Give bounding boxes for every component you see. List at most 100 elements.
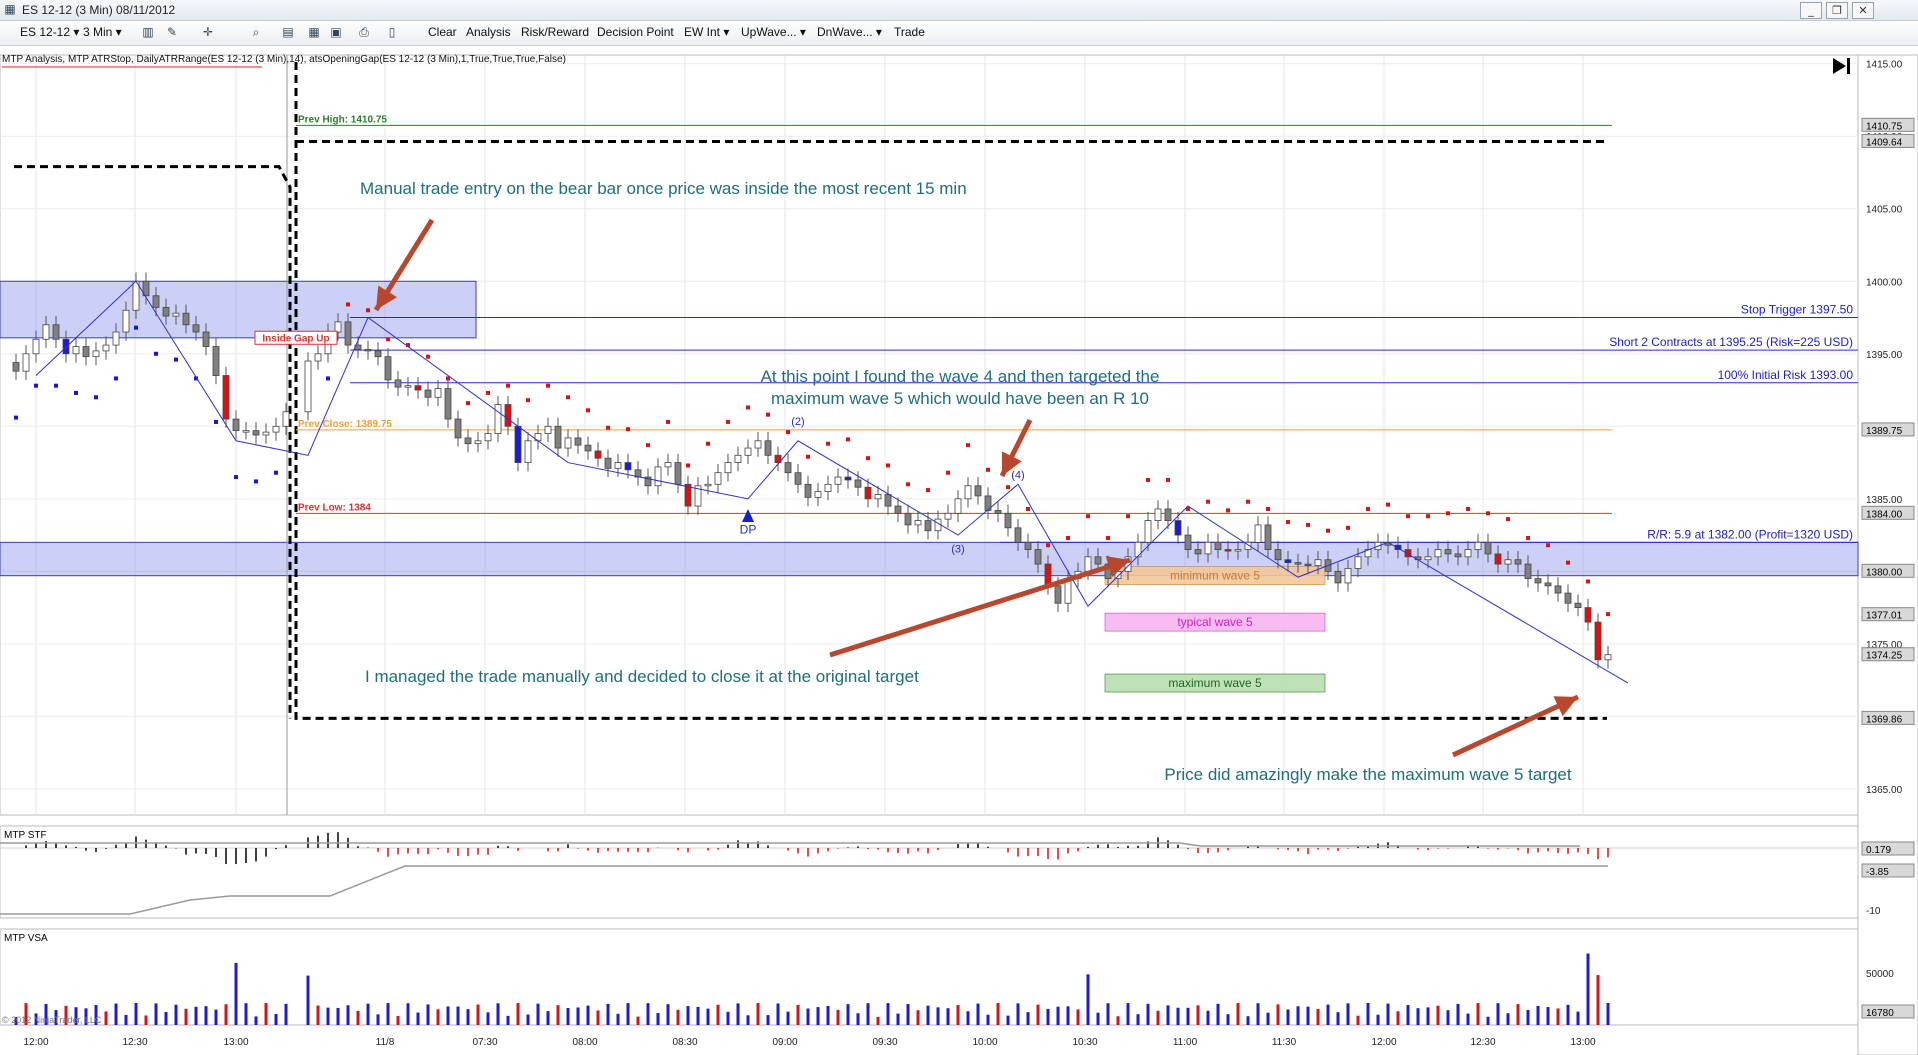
template-icon[interactable]: ▣: [328, 24, 344, 40]
atr-stop-dot: [1206, 499, 1210, 504]
zone-1: [0, 280, 477, 339]
price-marker-label: 1374.25: [1866, 651, 1903, 662]
x-tick-label: 09:30: [872, 1037, 897, 1048]
interval-selector[interactable]: 3 Min ▾: [83, 25, 122, 39]
candle-body: [394, 379, 402, 388]
candle-body: [874, 494, 882, 500]
atr-stop-dot: [114, 376, 118, 381]
candle-body: [132, 280, 140, 311]
crosshair-icon[interactable]: ✛: [200, 24, 216, 40]
draw-pencil-icon[interactable]: ✎: [164, 24, 180, 40]
x-tick-label: 11/8: [376, 1037, 395, 1048]
atr-stop-dot: [34, 383, 38, 388]
candle-body: [1234, 549, 1242, 552]
candle-body: [1004, 512, 1012, 529]
x-tick-label: 13:00: [223, 1037, 248, 1048]
atr-stop-dot: [926, 488, 930, 493]
properties-icon[interactable]: ▦: [306, 24, 322, 40]
indicator-caption: MTP Analysis, MTP ATRStop, DailyATRRange…: [2, 54, 566, 65]
candle-body: [594, 450, 602, 459]
candle-body: [764, 440, 772, 456]
close-icon[interactable]: ✕: [1852, 2, 1874, 19]
atr-stop-dot: [1546, 543, 1550, 548]
x-tick-label: 08:30: [672, 1037, 697, 1048]
zoom-icon[interactable]: ⌕: [248, 24, 264, 40]
candle-body: [474, 440, 482, 445]
candle-body: [212, 346, 220, 376]
candle-body: [544, 425, 552, 434]
price-marker-label: 1389.75: [1866, 426, 1903, 437]
candle-body: [1434, 549, 1442, 558]
annotation-text: I managed the trade manually and decided…: [365, 667, 919, 686]
atr-stop-dot: [386, 337, 390, 342]
atr-stop-dot: [986, 467, 990, 472]
menu-risk-reward[interactable]: Risk/Reward: [521, 25, 589, 39]
y-tick-label: 1405.00: [1866, 205, 1903, 216]
trade-label: 100% Initial Risk 1393.00: [1718, 368, 1854, 382]
candle-body: [734, 454, 742, 463]
atr-stop-dot: [74, 390, 78, 395]
candle-body: [202, 331, 210, 347]
atr-stop-dot: [946, 470, 950, 475]
chart-toolbar: ES 12-12 ▾ 3 Min ▾ ▥ ✎ ✛ ⌕ ▤ ▦ ▣ ⎙ ▯ Cle…: [0, 21, 1918, 46]
atr-stop-dot: [966, 443, 970, 448]
wave-label: (2): [791, 416, 804, 428]
candle-body: [1254, 524, 1262, 543]
candle-body: [222, 375, 230, 420]
stf-marker-label: -3.85: [1866, 867, 1889, 878]
stf-title: MTP STF: [4, 830, 47, 841]
annotation-text: Manual trade entry on the bear bar once …: [360, 179, 967, 198]
restore-icon[interactable]: ❐: [1826, 2, 1848, 19]
price-marker-label: 1409.64: [1866, 137, 1903, 148]
atr-stop-dot: [606, 425, 610, 430]
y-tick-label: 1395.00: [1866, 350, 1903, 361]
menu-clear[interactable]: Clear: [428, 25, 457, 39]
candle-body: [62, 338, 70, 355]
candle-body: [584, 444, 592, 452]
candle-body: [72, 346, 80, 355]
candle-body: [1184, 534, 1192, 550]
candle-body: [1514, 559, 1522, 565]
candle-body: [1464, 549, 1472, 558]
annotation-text: maximum wave 5 which would have been an …: [771, 389, 1149, 408]
candle-body: [1504, 559, 1512, 565]
candle-body: [262, 431, 270, 436]
minimize-icon[interactable]: _: [1800, 2, 1822, 19]
scroll-end-icon[interactable]: ▯: [384, 24, 400, 40]
menu-analysis[interactable]: Analysis: [466, 25, 511, 39]
candle-body: [434, 388, 442, 398]
x-tick-label: 07:30: [472, 1037, 497, 1048]
candle-body: [152, 295, 160, 308]
atr-stop-dot: [666, 419, 670, 424]
atr-stop-dot: [506, 383, 510, 388]
x-tick-label: 11:30: [1272, 1037, 1297, 1048]
atr-stop-dot: [1606, 612, 1610, 617]
price-chart[interactable]: 1365.001370.001375.001380.001385.001390.…: [0, 46, 1918, 1055]
candle-body: [454, 418, 462, 439]
zone-2: [0, 541, 1859, 577]
atr-stop-dot: [846, 437, 850, 442]
menu-decision-point[interactable]: Decision Point: [597, 25, 674, 39]
menu-ew-int[interactable]: EW Int ▾: [684, 25, 729, 39]
y-tick-label: 1415.00: [1866, 60, 1903, 71]
candle-body: [1344, 568, 1352, 584]
atr-stop-dot: [806, 454, 810, 459]
candle-body: [1554, 585, 1562, 594]
candle-body: [724, 462, 732, 474]
price-marker-label: 1410.75: [1866, 121, 1903, 132]
instrument-selector[interactable]: ES 12-12 ▾: [20, 25, 79, 39]
candle-body: [524, 440, 532, 463]
data-box-icon[interactable]: ▤: [280, 24, 296, 40]
bar-type-icon[interactable]: ▥: [140, 24, 156, 40]
atr-stop-dot: [1426, 514, 1430, 519]
candle-body: [1524, 563, 1532, 579]
candle-body: [172, 312, 180, 317]
atr-stop-dot: [234, 475, 238, 480]
menu-dnwave[interactable]: DnWave... ▾: [817, 25, 882, 39]
menu-trade[interactable]: Trade: [894, 25, 925, 39]
candle-body: [844, 476, 852, 481]
print-icon[interactable]: ⎙: [356, 24, 372, 40]
atr-stop-dot: [466, 401, 470, 406]
candle-body: [994, 510, 1002, 514]
menu-upwave[interactable]: UpWave... ▾: [741, 25, 806, 39]
